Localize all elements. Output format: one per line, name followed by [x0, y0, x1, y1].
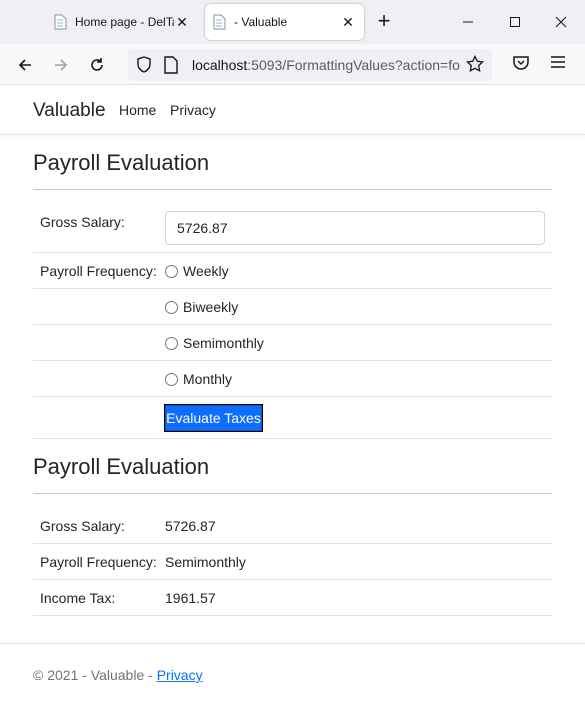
footer-privacy-link[interactable]: Privacy	[157, 667, 203, 683]
row-divider	[33, 252, 552, 253]
row-divider	[33, 288, 552, 289]
forward-arrow-icon[interactable]	[48, 52, 74, 78]
row-divider	[33, 438, 552, 439]
nav-home-link[interactable]: Home	[119, 102, 156, 118]
result-label: Payroll Frequency:	[40, 554, 157, 570]
radio-label: Biweekly	[183, 299, 239, 315]
radio-semimonthly[interactable]: Semimonthly	[165, 335, 264, 351]
close-tab-icon[interactable]: ✕	[174, 14, 190, 30]
radio-circle[interactable]	[165, 336, 178, 350]
close-tab-icon[interactable]: ✕	[340, 14, 356, 30]
results-title: Payroll Evaluation	[33, 454, 210, 479]
row-divider	[33, 396, 552, 397]
back-arrow-icon[interactable]	[12, 52, 38, 78]
row-divider	[33, 324, 552, 325]
pocket-icon[interactable]	[512, 54, 530, 77]
radio-monthly[interactable]: Monthly	[165, 371, 232, 387]
brand-link[interactable]: Valuable	[33, 100, 106, 122]
footer: © 2021 - Valuable - Privacy	[33, 667, 203, 683]
browser-tabstrip: Home page - DelTax ✕ - Valuable ✕ +	[0, 0, 585, 44]
radio-circle[interactable]	[165, 300, 178, 314]
row-divider	[33, 360, 552, 361]
page-icon	[54, 14, 67, 30]
divider	[33, 493, 552, 494]
url-text[interactable]: localhost:5093/FormattingValues?action=f…	[192, 57, 460, 73]
hamburger-menu-icon[interactable]	[550, 54, 566, 75]
page-icon	[213, 14, 226, 30]
footer-text: © 2021 - Valuable -	[33, 667, 157, 683]
browser-toolbar: localhost:5093/FormattingValues?action=f…	[0, 44, 585, 85]
row-divider	[33, 615, 552, 616]
tab-title: Home page - DelTax	[75, 15, 174, 29]
new-tab-icon[interactable]: +	[372, 10, 396, 34]
result-value: 1961.57	[165, 590, 216, 606]
nav-privacy-link[interactable]: Privacy	[170, 102, 216, 118]
maximize-icon[interactable]	[501, 8, 529, 36]
shield-icon[interactable]	[136, 56, 152, 79]
row-divider	[33, 579, 552, 580]
gross-salary-label: Gross Salary:	[40, 214, 125, 230]
browser-tab-home[interactable]: Home page - DelTax ✕	[46, 4, 198, 40]
result-label: Income Tax:	[40, 590, 116, 606]
divider	[33, 189, 552, 190]
radio-label: Semimonthly	[183, 335, 264, 351]
radio-circle[interactable]	[165, 264, 178, 278]
row-divider	[33, 543, 552, 544]
gross-salary-input[interactable]: 5726.87	[165, 211, 545, 245]
radio-biweekly[interactable]: Biweekly	[165, 299, 238, 315]
payroll-frequency-label: Payroll Frequency:	[40, 263, 157, 279]
page-info-icon[interactable]	[164, 56, 178, 79]
site-header: Valuable Home Privacy	[0, 85, 585, 135]
evaluate-taxes-button[interactable]: Evaluate Taxes	[164, 404, 263, 432]
window-close-icon[interactable]	[547, 8, 575, 36]
result-value: 5726.87	[165, 518, 216, 534]
radio-circle[interactable]	[165, 372, 178, 386]
form-title: Payroll Evaluation	[33, 150, 210, 175]
tab-title: - Valuable	[234, 15, 288, 29]
reload-icon[interactable]	[84, 52, 110, 78]
result-value: Semimonthly	[165, 554, 246, 570]
radio-weekly[interactable]: Weekly	[165, 263, 229, 279]
radio-label: Weekly	[183, 263, 229, 279]
result-label: Gross Salary:	[40, 518, 125, 534]
radio-label: Monthly	[183, 371, 233, 387]
bookmark-star-icon[interactable]	[466, 54, 484, 78]
url-bar[interactable]: localhost:5093/FormattingValues?action=f…	[128, 49, 492, 81]
footer-divider	[0, 643, 585, 644]
minimize-icon[interactable]	[454, 8, 482, 36]
browser-tab-valuable[interactable]: - Valuable ✕	[205, 4, 364, 40]
